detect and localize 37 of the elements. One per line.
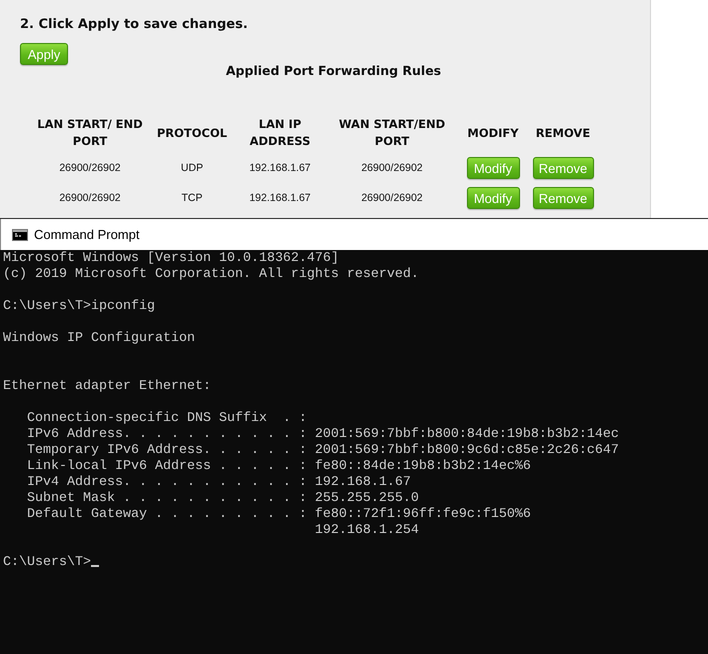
column-header: LAN START/ END PORT bbox=[36, 116, 144, 150]
console-line: Windows IP Configuration bbox=[3, 331, 195, 346]
console-line: (c) 2019 Microsoft Corporation. All rights reserved. bbox=[3, 267, 419, 282]
instruction-text: 2. Click Apply to save changes. bbox=[19, 16, 249, 33]
modify-button[interactable]: Modify bbox=[466, 187, 520, 209]
console-line: Ethernet adapter Ethernet: bbox=[3, 379, 211, 394]
console-icon bbox=[12, 228, 28, 240]
table-cell-text: 26900/26902 bbox=[58, 191, 122, 206]
table-title: Applied Port Forwarding Rules bbox=[224, 63, 442, 79]
table-cell-text: 192.168.1.67 bbox=[248, 191, 312, 206]
apply-button[interactable]: Apply bbox=[20, 43, 68, 65]
table-cell-text: TCP bbox=[180, 191, 204, 206]
console-line: 192.168.1.254 bbox=[314, 523, 419, 538]
prompt-text: C:\Users\T> bbox=[3, 555, 91, 570]
window-title: Command Prompt bbox=[34, 227, 140, 242]
table-cell-text: 26900/26902 bbox=[360, 191, 424, 206]
console-line: IPv6 Address. . . . . . . . . . . : 2001:569:7bbf:b800:84de:19b8:b3b2:14ec bbox=[26, 427, 619, 442]
table-cell-text: 26900/26902 bbox=[58, 161, 122, 176]
column-header: WAN START/END PORT bbox=[338, 116, 446, 150]
remove-button[interactable]: Remove bbox=[532, 187, 594, 209]
console-line: Subnet Mask . . . . . . . . . . . : 255.255.255.0 bbox=[26, 491, 419, 506]
console-line: Default Gateway . . . . . . . . . : fe80::72f1:96ff:fe9c:f150%6 bbox=[26, 507, 531, 522]
console-line: Temporary IPv6 Address. . . . . . : 2001:569:7bbf:b800:9c6d:c85e:2c26:c647 bbox=[26, 443, 619, 458]
column-header: PROTOCOL bbox=[156, 124, 228, 142]
column-header: LAN IP ADDRESS bbox=[248, 116, 312, 150]
table-cell-text: UDP bbox=[180, 161, 204, 176]
console-line: Microsoft Windows [Version 10.0.18362.476] bbox=[3, 251, 339, 266]
remove-button[interactable]: Remove bbox=[532, 157, 594, 179]
console-line: Connection-specific DNS Suffix . : bbox=[26, 411, 307, 426]
table-cell-text: 26900/26902 bbox=[360, 161, 424, 176]
table-cell-text: 192.168.1.67 bbox=[248, 161, 312, 176]
console-line: IPv4 Address. . . . . . . . . . . : 192.168.1.67 bbox=[26, 475, 411, 490]
column-header: REMOVE bbox=[534, 124, 592, 142]
column-header: MODIFY bbox=[466, 124, 520, 142]
modify-button[interactable]: Modify bbox=[466, 157, 520, 179]
console-line: Link-local IPv6 Address . . . . . : fe80::84de:19b8:b3b2:14ec%6 bbox=[26, 459, 531, 474]
console-line: C:\Users\T>ipconfig bbox=[3, 299, 155, 314]
